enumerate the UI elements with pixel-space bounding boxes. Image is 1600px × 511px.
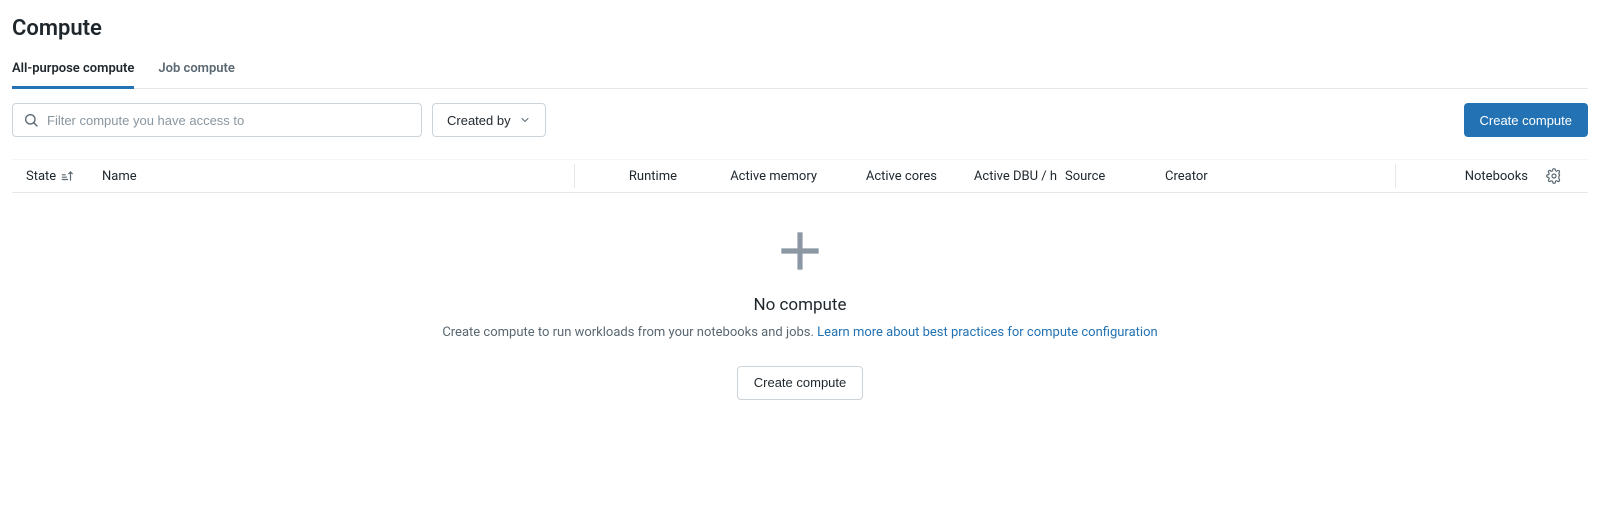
column-divider [1395,164,1396,188]
search-icon [23,112,39,128]
column-header-active-cores[interactable]: Active cores [835,169,955,184]
column-header-state-label: State [26,169,56,184]
empty-state-description-text: Create compute to run workloads from you… [442,325,817,340]
tab-job-compute[interactable]: Job compute [158,61,235,89]
toolbar: Created by Create compute [12,103,1588,137]
column-header-notebooks[interactable]: Notebooks [1406,169,1546,184]
table-header: State Name Runtime Active memory Active … [12,159,1588,193]
gear-icon [1546,168,1574,184]
tab-all-purpose-compute[interactable]: All-purpose compute [12,61,134,89]
page-title: Compute [12,16,1588,41]
column-header-active-dbu[interactable]: Active DBU / h [955,169,1065,184]
column-header-runtime[interactable]: Runtime [585,169,695,184]
column-header-active-memory[interactable]: Active memory [695,169,835,184]
search-input-wrapper[interactable] [12,103,422,137]
created-by-filter-label: Created by [447,113,511,128]
column-header-source[interactable]: Source [1065,169,1165,184]
table-settings-button[interactable] [1546,168,1574,184]
empty-state: No compute Create compute to run workloa… [12,193,1588,440]
create-compute-button[interactable]: Create compute [1464,103,1589,137]
sort-icon [60,169,74,183]
learn-more-link[interactable]: Learn more about best practices for comp… [817,325,1158,340]
column-header-state[interactable]: State [26,169,102,184]
empty-state-title: No compute [12,295,1588,315]
tabs: All-purpose compute Job compute [12,61,1588,89]
column-divider [574,164,575,188]
created-by-filter[interactable]: Created by [432,103,546,137]
search-input[interactable] [47,113,411,128]
chevron-down-icon [519,114,531,126]
column-header-name[interactable]: Name [102,169,564,184]
plus-icon [772,223,828,279]
empty-state-description: Create compute to run workloads from you… [12,323,1588,344]
empty-create-compute-button[interactable]: Create compute [737,366,864,400]
column-header-creator[interactable]: Creator [1165,169,1385,184]
